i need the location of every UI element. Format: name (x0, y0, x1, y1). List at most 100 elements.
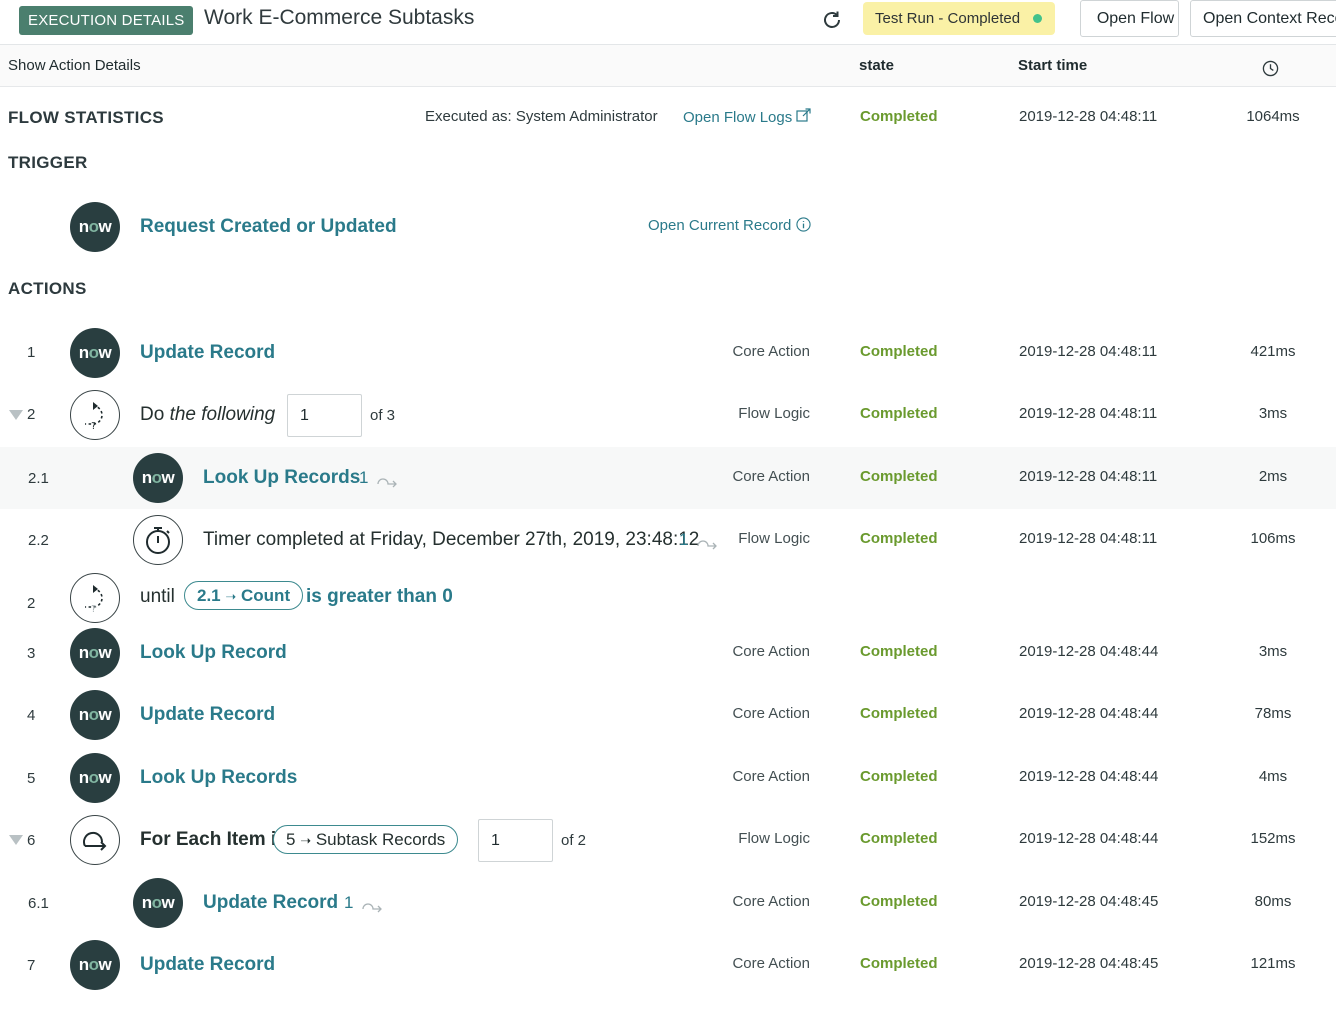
step-number: 6 (27, 832, 36, 849)
trigger-name-link[interactable]: Request Created or Updated (140, 216, 397, 238)
action-duration: 121ms (1250, 955, 1296, 972)
action-start-time: 2019-12-28 04:48:11 (1019, 530, 1158, 547)
collapse-triangle-icon[interactable] (9, 410, 23, 420)
action-type: Flow Logic (738, 830, 810, 847)
action-name-link[interactable]: Look Up Record (140, 642, 287, 664)
servicenow-logo-icon: now (70, 328, 120, 378)
action-state: Completed (860, 955, 938, 972)
servicenow-logo-icon: now (70, 690, 120, 740)
iteration-link[interactable]: 1 (679, 530, 688, 550)
iteration-input[interactable]: 1 (478, 819, 553, 862)
run-status-text: Test Run - Completed (875, 10, 1021, 27)
pill-step: 5 (286, 830, 296, 849)
data-pill-count[interactable]: 2.1 ➝ Count (184, 581, 304, 610)
info-icon (795, 217, 811, 232)
status-dot-icon (1033, 14, 1042, 23)
pill-step: 2.1 (197, 586, 221, 605)
action-state: Completed (860, 768, 938, 785)
timer-description: Timer completed at Friday, December 27th… (203, 529, 700, 550)
clock-icon (1262, 60, 1279, 77)
action-name-link[interactable]: Update Record (140, 342, 275, 364)
refresh-icon[interactable] (820, 8, 844, 32)
step-number: 2.2 (28, 532, 49, 549)
action-name-link[interactable]: Update Record (203, 892, 338, 914)
action-name-link[interactable]: Look Up Records (203, 467, 360, 489)
action-type: Core Action (732, 468, 810, 485)
action-state: Completed (860, 643, 938, 660)
iteration-link[interactable]: 1 (344, 893, 353, 913)
action-type: Core Action (732, 893, 810, 910)
action-name-link[interactable]: Look Up Records (140, 767, 297, 789)
open-flow-button[interactable]: Open Flow (1080, 0, 1179, 37)
run-status-pill: Test Run - Completed (863, 2, 1055, 35)
column-header-bar: Show Action Details state Start time (0, 45, 1336, 87)
for-each-label: For Each Item in (140, 829, 288, 850)
open-flow-logs-link[interactable]: Open Flow Logs (683, 108, 812, 126)
step-number: 6.1 (28, 895, 49, 912)
start-time-column-header: Start time (1018, 57, 1088, 74)
action-duration: 3ms (1258, 405, 1288, 422)
step-number: 5 (27, 770, 36, 787)
collapse-triangle-icon[interactable] (9, 835, 23, 845)
open-current-record-label[interactable]: Open Current Record (648, 217, 791, 234)
data-pill-subtask-records[interactable]: 5 ➝ Subtask Records (273, 825, 459, 854)
for-each-icon (70, 815, 120, 865)
loop-arrow-icon (362, 903, 382, 913)
step-number: 2.1 (28, 470, 49, 487)
action-state: Completed (860, 705, 938, 722)
action-type: Core Action (732, 643, 810, 660)
action-start-time: 2019-12-28 04:48:45 (1019, 893, 1159, 910)
do-until-icon: ? (70, 390, 120, 440)
do-label: Do the following (140, 404, 275, 426)
open-current-record-link[interactable]: Open Current Record (648, 217, 811, 234)
servicenow-logo-icon: now (70, 202, 120, 252)
action-type: Flow Logic (738, 405, 810, 422)
step-number: 2 (27, 406, 36, 423)
action-start-time: 2019-12-28 04:48:44 (1019, 643, 1159, 660)
show-action-details-toggle[interactable]: Show Action Details (8, 57, 141, 74)
external-link-icon (796, 108, 812, 122)
step-number: 2 (27, 595, 36, 612)
action-start-time: 2019-12-28 04:48:11 (1019, 405, 1158, 422)
servicenow-logo-icon: now (70, 940, 120, 990)
servicenow-logo-icon: now (70, 628, 120, 678)
action-duration: 152ms (1250, 830, 1296, 847)
do-until-icon: ? (70, 573, 120, 623)
iteration-link[interactable]: 1 (359, 468, 368, 488)
action-name-link[interactable]: Update Record (140, 954, 275, 976)
iteration-input[interactable]: 1 (287, 394, 362, 437)
iteration-of-label: of 2 (561, 832, 587, 849)
action-start-time: 2019-12-28 04:48:11 (1019, 468, 1158, 485)
flow-statistics-title: FLOW STATISTICS (8, 108, 164, 127)
step-number: 7 (27, 957, 36, 974)
flow-start-time: 2019-12-28 04:48:11 (1019, 108, 1158, 125)
action-state: Completed (860, 468, 938, 485)
open-flow-logs-label[interactable]: Open Flow Logs (683, 109, 792, 126)
pill-arrow-icon: ➝ (300, 833, 312, 848)
action-duration: 2ms (1258, 468, 1288, 485)
action-name-link[interactable]: Update Record (140, 704, 275, 726)
action-state: Completed (860, 893, 938, 910)
execution-details-badge: EXECUTION DETAILS (19, 6, 194, 35)
action-duration: 106ms (1250, 530, 1296, 547)
action-start-time: 2019-12-28 04:48:45 (1019, 955, 1159, 972)
loop-arrow-icon (377, 478, 397, 488)
do-prefix: Do (140, 404, 165, 425)
action-duration: 4ms (1258, 768, 1288, 785)
action-state: Completed (860, 343, 938, 360)
open-context-record-button[interactable]: Open Context Record (1190, 0, 1336, 37)
action-type: Core Action (732, 768, 810, 785)
action-start-time: 2019-12-28 04:48:44 (1019, 830, 1159, 847)
trigger-title: TRIGGER (8, 153, 88, 172)
action-state: Completed (860, 830, 938, 847)
condition-label: is greater than 0 (306, 586, 453, 607)
svg-text:?: ? (91, 421, 96, 432)
action-duration: 78ms (1254, 705, 1292, 722)
flow-duration: 1064ms (1246, 108, 1300, 125)
state-column-header: state (859, 57, 895, 74)
action-type: Core Action (732, 705, 810, 722)
servicenow-logo-icon: now (133, 453, 183, 503)
until-label: until (140, 586, 175, 607)
svg-text:?: ? (91, 604, 96, 615)
action-start-time: 2019-12-28 04:48:11 (1019, 343, 1158, 360)
